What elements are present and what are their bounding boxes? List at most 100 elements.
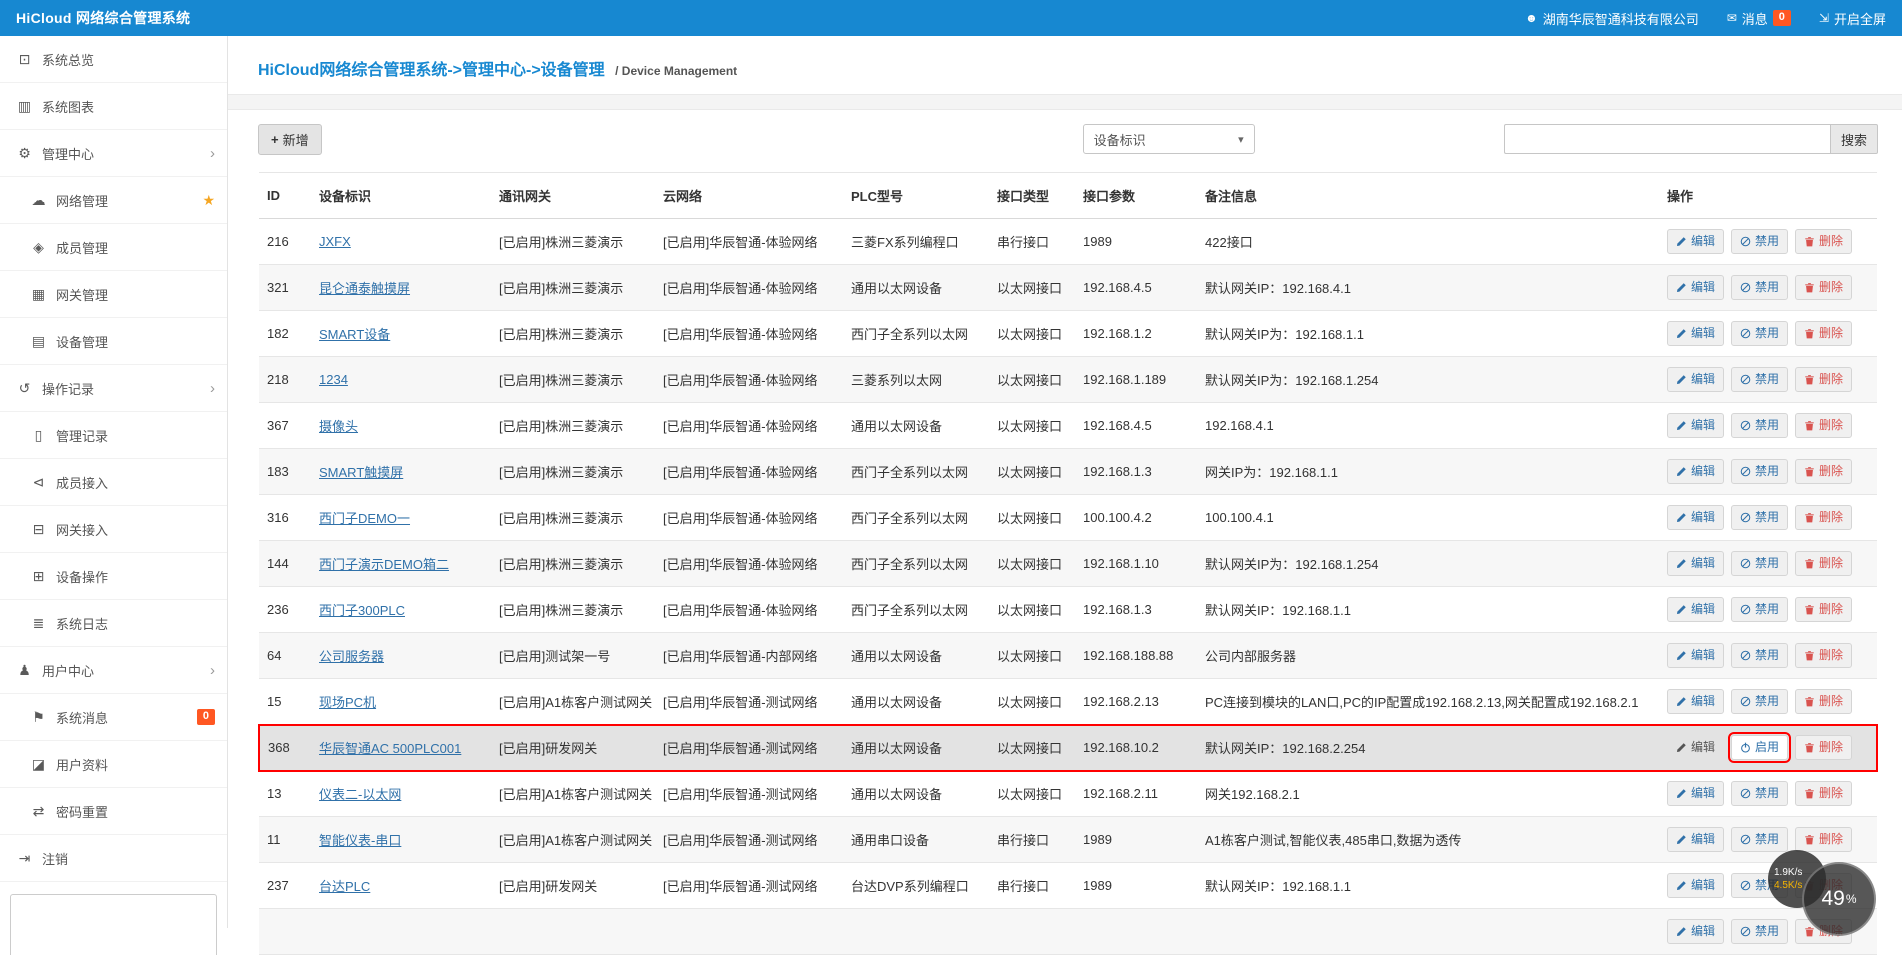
table-row[interactable]: 15 现场PC机 [已启用]A1栋客户测试网关 [已启用]华辰智通-测试网络 通… (259, 679, 1877, 725)
edit-button[interactable]: 编辑 (1667, 275, 1724, 300)
edit-button[interactable]: 编辑 (1667, 643, 1724, 668)
sidebar-item-operation-records[interactable]: ↺ 操作记录 › (0, 365, 227, 412)
sidebar-item-password-reset[interactable]: ⇄ 密码重置 (0, 788, 227, 835)
edit-button[interactable]: 编辑 (1667, 459, 1724, 484)
delete-button[interactable]: 删除 (1795, 367, 1852, 392)
sidebar-item-gateway-access[interactable]: ⊟ 网关接入 (0, 506, 227, 553)
disable-button[interactable]: 禁用 (1731, 551, 1788, 576)
disable-button[interactable]: 禁用 (1731, 643, 1788, 668)
device-link[interactable]: 西门子300PLC (319, 603, 405, 618)
delete-button[interactable]: 删除 (1795, 459, 1852, 484)
disable-button[interactable]: 禁用 (1731, 367, 1788, 392)
delete-button[interactable]: 删除 (1795, 413, 1852, 438)
table-row[interactable]: 367 摄像头 [已启用]株洲三菱演示 [已启用]华辰智通-体验网络 通用以太网… (259, 403, 1877, 449)
sidebar-item-device-operation[interactable]: ⊞ 设备操作 (0, 553, 227, 600)
search-input[interactable] (1504, 124, 1830, 154)
disable-button[interactable]: 禁用 (1731, 229, 1788, 254)
sidebar-item-system-charts[interactable]: ▥ 系统图表 (0, 83, 227, 130)
delete-button[interactable]: 删除 (1795, 689, 1852, 714)
device-link[interactable]: 摄像头 (319, 419, 358, 434)
table-row[interactable]: 216 JXFX [已启用]株洲三菱演示 [已启用]华辰智通-体验网络 三菱FX… (259, 219, 1877, 265)
sidebar-item-system-overview[interactable]: ⊡ 系统总览 (0, 36, 227, 83)
device-link[interactable]: 西门子DEMO一 (319, 511, 410, 526)
table-row[interactable]: 218 1234 [已启用]株洲三菱演示 [已启用]华辰智通-体验网络 三菱系列… (259, 357, 1877, 403)
sidebar-item-system-messages[interactable]: ⚑ 系统消息 0 (0, 694, 227, 741)
disable-button[interactable]: 禁用 (1731, 827, 1788, 852)
enable-button[interactable]: 启用 (1731, 735, 1788, 760)
sidebar-item-user-center[interactable]: ♟ 用户中心 › (0, 647, 227, 694)
table-row[interactable]: 编辑 禁用 删除 (259, 909, 1877, 955)
edit-button[interactable]: 编辑 (1667, 689, 1724, 714)
edit-button[interactable]: 编辑 (1667, 919, 1724, 944)
table-row[interactable]: 64 公司服务器 [已启用]测试架一号 [已启用]华辰智通-内部网络 通用以太网… (259, 633, 1877, 679)
device-link[interactable]: 昆仑通泰触摸屏 (319, 281, 410, 296)
table-row[interactable]: 236 西门子300PLC [已启用]株洲三菱演示 [已启用]华辰智通-体验网络… (259, 587, 1877, 633)
table-row[interactable]: 182 SMART设备 [已启用]株洲三菱演示 [已启用]华辰智通-体验网络 西… (259, 311, 1877, 357)
edit-button[interactable]: 编辑 (1667, 321, 1724, 346)
sidebar-item-user-profile[interactable]: ◪ 用户资料 (0, 741, 227, 788)
table-row[interactable]: 11 智能仪表-串口 [已启用]A1栋客户测试网关 [已启用]华辰智通-测试网络… (259, 817, 1877, 863)
device-link[interactable]: SMART设备 (319, 327, 390, 342)
table-row[interactable]: 144 西门子演示DEMO箱二 [已启用]株洲三菱演示 [已启用]华辰智通-体验… (259, 541, 1877, 587)
messages-menu[interactable]: ✉ 消息 0 (1727, 9, 1791, 28)
fullscreen-toggle[interactable]: ⇲ 开启全屏 (1819, 9, 1886, 28)
edit-button[interactable]: 编辑 (1667, 551, 1724, 576)
edit-button[interactable]: 编辑 (1667, 505, 1724, 530)
edit-button[interactable]: 编辑 (1667, 229, 1724, 254)
company-menu[interactable]: ☻ 湖南华辰智通科技有限公司 (1525, 9, 1699, 28)
disable-button[interactable]: 禁用 (1731, 781, 1788, 806)
edit-button[interactable]: 编辑 (1667, 781, 1724, 806)
table-row[interactable]: 183 SMART触摸屏 [已启用]株洲三菱演示 [已启用]华辰智通-体验网络 … (259, 449, 1877, 495)
float-speed-widget[interactable]: 1.9K/s 4.5K/s 49% (1802, 862, 1876, 936)
device-link[interactable]: 仪表二-以太网 (319, 787, 401, 802)
edit-button[interactable]: 编辑 (1667, 597, 1724, 622)
sidebar-item-member-access[interactable]: ⊲ 成员接入 (0, 459, 227, 506)
add-device-button[interactable]: + 新增 (258, 124, 322, 155)
disable-button[interactable]: 禁用 (1731, 275, 1788, 300)
device-link[interactable]: SMART触摸屏 (319, 465, 403, 480)
disable-button[interactable]: 禁用 (1731, 413, 1788, 438)
disable-button[interactable]: 禁用 (1731, 459, 1788, 484)
device-link[interactable]: JXFX (319, 234, 351, 249)
table-row[interactable]: 237 台达PLC [已启用]研发网关 [已启用]华辰智通-测试网络 台达DVP… (259, 863, 1877, 909)
disable-button[interactable]: 禁用 (1731, 689, 1788, 714)
delete-button[interactable]: 删除 (1795, 275, 1852, 300)
search-button[interactable]: 搜索 (1830, 124, 1878, 154)
percent-bubble[interactable]: 49% (1802, 862, 1876, 936)
disable-button[interactable]: 禁用 (1731, 321, 1788, 346)
delete-button[interactable]: 删除 (1795, 505, 1852, 530)
sidebar-item-system-logs[interactable]: ≣ 系统日志 (0, 600, 227, 647)
table-row[interactable]: 368 华辰智通AC 500PLC001 [已启用]研发网关 [已启用]华辰智通… (259, 725, 1877, 771)
disable-button[interactable]: 禁用 (1731, 505, 1788, 530)
delete-button[interactable]: 删除 (1795, 321, 1852, 346)
device-link[interactable]: 华辰智通AC 500PLC001 (319, 741, 461, 756)
sidebar-item-logout[interactable]: ⇥ 注销 (0, 835, 227, 882)
sidebar-item-device-management[interactable]: ▤ 设备管理 (0, 318, 227, 365)
edit-button[interactable]: 编辑 (1667, 413, 1724, 438)
filter-select[interactable]: 设备标识 ▾ (1083, 124, 1255, 154)
table-row[interactable]: 321 昆仑通泰触摸屏 [已启用]株洲三菱演示 [已启用]华辰智通-体验网络 通… (259, 265, 1877, 311)
disable-button[interactable]: 禁用 (1731, 597, 1788, 622)
device-link[interactable]: 西门子演示DEMO箱二 (319, 557, 449, 572)
delete-button[interactable]: 删除 (1795, 643, 1852, 668)
sidebar-item-gateway-management[interactable]: ▦ 网关管理 (0, 271, 227, 318)
device-link[interactable]: 1234 (319, 372, 348, 387)
edit-button[interactable]: 编辑 (1667, 735, 1724, 760)
delete-button[interactable]: 删除 (1795, 827, 1852, 852)
table-row[interactable]: 13 仪表二-以太网 [已启用]A1栋客户测试网关 [已启用]华辰智通-测试网络… (259, 771, 1877, 817)
delete-button[interactable]: 删除 (1795, 229, 1852, 254)
device-link[interactable]: 台达PLC (319, 879, 370, 894)
edit-button[interactable]: 编辑 (1667, 827, 1724, 852)
delete-button[interactable]: 删除 (1795, 735, 1852, 760)
device-link[interactable]: 公司服务器 (319, 649, 384, 664)
sidebar-item-network-management[interactable]: ☁ 网络管理 ★ (0, 177, 227, 224)
edit-button[interactable]: 编辑 (1667, 873, 1724, 898)
table-row[interactable]: 316 西门子DEMO一 [已启用]株洲三菱演示 [已启用]华辰智通-体验网络 … (259, 495, 1877, 541)
sidebar-item-management-center[interactable]: ⚙ 管理中心 › (0, 130, 227, 177)
delete-button[interactable]: 删除 (1795, 781, 1852, 806)
disable-button[interactable]: 禁用 (1731, 919, 1788, 944)
sidebar-item-management-records[interactable]: ▯ 管理记录 (0, 412, 227, 459)
device-link[interactable]: 智能仪表-串口 (319, 833, 401, 848)
delete-button[interactable]: 删除 (1795, 597, 1852, 622)
edit-button[interactable]: 编辑 (1667, 367, 1724, 392)
